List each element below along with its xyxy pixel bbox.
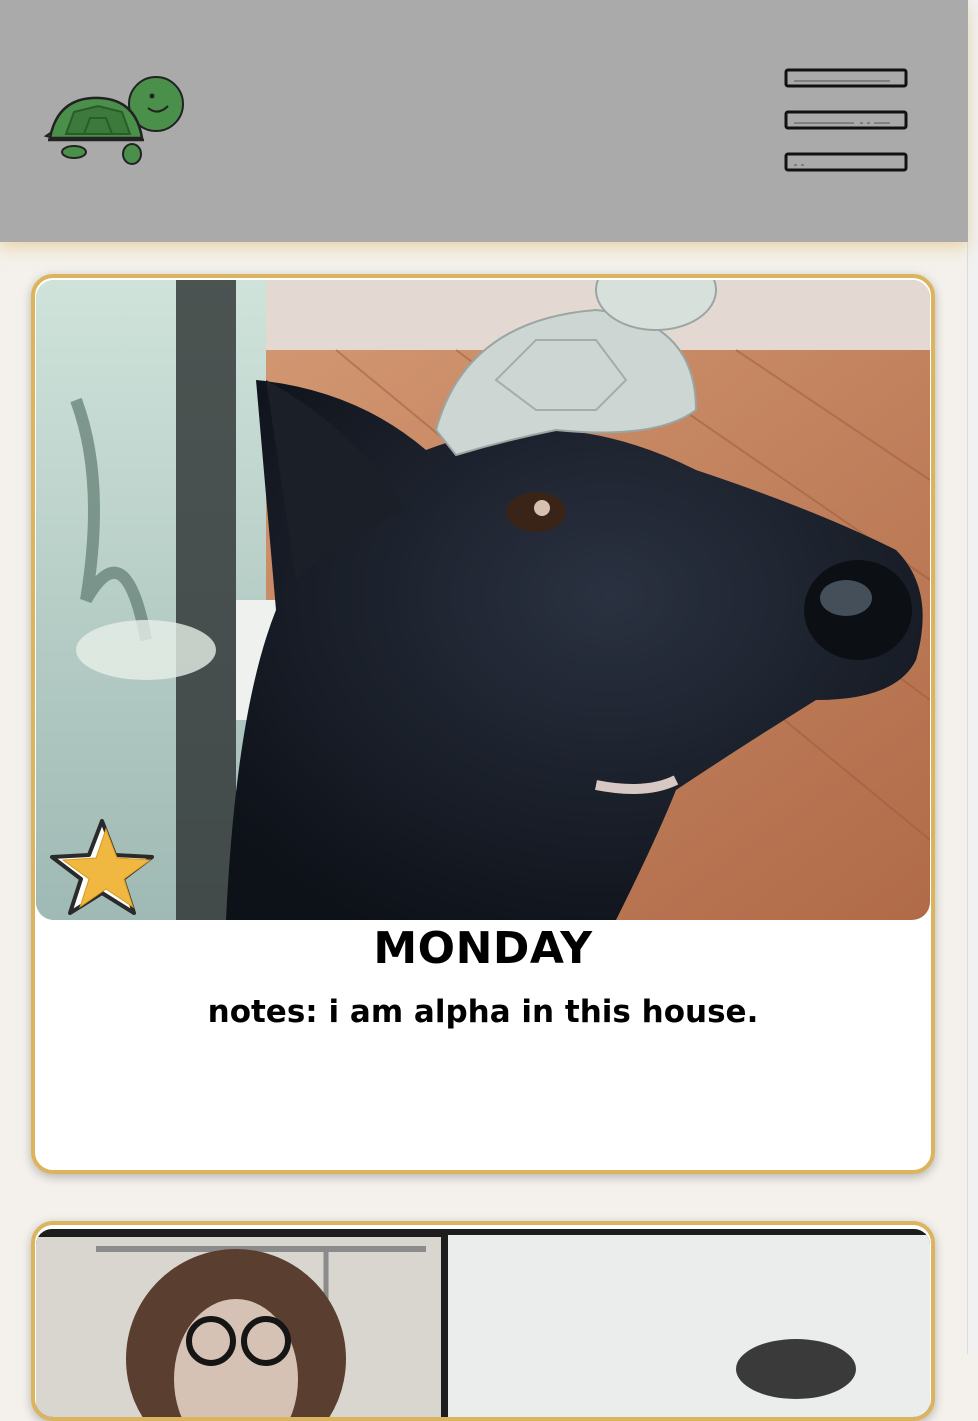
video-call-photo [36,1229,930,1417]
site-header [0,0,968,242]
dog-photo [36,280,930,920]
star-icon[interactable] [50,815,160,915]
day-title: MONDAY [373,923,593,974]
day-notes: notes: i am alpha in this house. [207,994,759,1030]
hamburger-menu-icon[interactable] [780,62,912,178]
day-card: MONDAY notes: i am alpha in this house. [31,274,935,1174]
scrollbar[interactable] [967,0,978,1354]
turtle-icon[interactable] [43,72,188,168]
day-card [31,1221,935,1421]
